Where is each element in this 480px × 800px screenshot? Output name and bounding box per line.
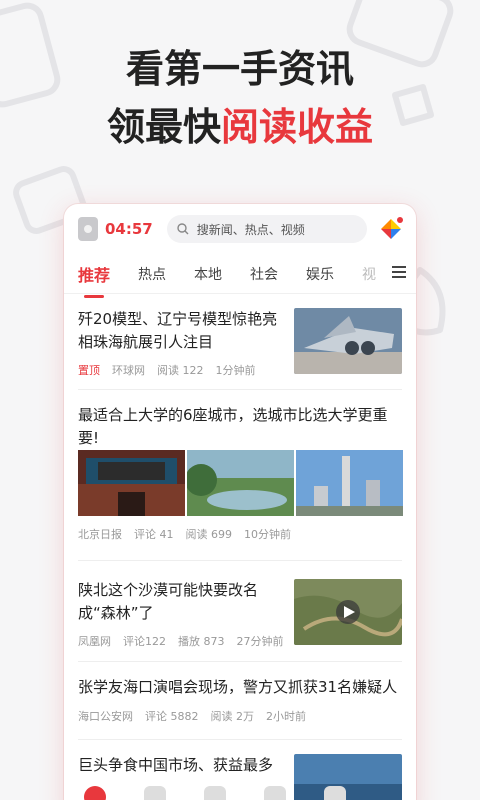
news-source: 凤凰网 bbox=[78, 635, 111, 648]
search-placeholder: 搜新闻、热点、视频 bbox=[196, 222, 305, 237]
news-image bbox=[78, 450, 185, 516]
tab-local[interactable]: 本地 bbox=[194, 264, 222, 284]
news-meta: 北京日报 评论 41 阅读 699 10分钟前 bbox=[78, 526, 291, 542]
news-source: 海口公安网 bbox=[78, 710, 133, 723]
news-title: 陕北这个沙漠可能快要改名成“森林”了 bbox=[78, 581, 259, 622]
news-stat: 评论 5882 bbox=[145, 710, 199, 723]
tab-entertainment[interactable]: 娱乐 bbox=[306, 264, 334, 284]
news-time: 2小时前 bbox=[266, 710, 306, 723]
hero-line-1: 看第一手资讯 bbox=[125, 47, 354, 91]
news-stat: 评论 41 bbox=[134, 528, 174, 541]
nav-home-icon[interactable] bbox=[84, 786, 106, 800]
news-source: 环球网 bbox=[112, 364, 145, 377]
hero-line-2-prefix: 领最快 bbox=[106, 105, 221, 149]
news-meta: 海口公安网 评论 5882 阅读 2万 2小时前 bbox=[78, 708, 306, 724]
nav-message-icon[interactable] bbox=[264, 786, 286, 800]
news-item[interactable]: 陕北这个沙漠可能快要改名成“森林”了 凤凰网 评论122 播放 873 27分钟… bbox=[78, 561, 402, 662]
tab-hot[interactable]: 热点 bbox=[138, 264, 166, 284]
news-stat: 评论122 bbox=[123, 635, 166, 648]
tab-video[interactable]: 视 bbox=[362, 264, 376, 284]
news-time: 1分钟前 bbox=[215, 364, 256, 377]
category-tabs: 推荐 热点 本地 社会 娱乐 视 bbox=[64, 254, 416, 298]
news-stat: 阅读 122 bbox=[157, 364, 204, 377]
tab-recommended[interactable]: 推荐 bbox=[78, 262, 110, 298]
news-meta: 置顶 环球网 阅读 122 1分钟前 bbox=[78, 362, 256, 378]
image-strip bbox=[78, 450, 403, 516]
news-title: 最适合上大学的6座城市，选城市比选大学更重要! bbox=[78, 406, 388, 447]
nav-task-icon[interactable] bbox=[204, 786, 226, 800]
news-feed: 歼20模型、辽宁号模型惊艳亮相珠海航展引人注目 置顶 环球网 阅读 122 1分… bbox=[64, 294, 416, 800]
hero-line-2-accent: 阅读收益 bbox=[221, 105, 374, 149]
bottom-nav bbox=[64, 786, 416, 800]
news-thumbnail bbox=[294, 308, 402, 374]
avatar[interactable] bbox=[78, 217, 98, 241]
news-image bbox=[187, 450, 294, 516]
app-logo-icon[interactable] bbox=[378, 216, 404, 242]
news-time: 27分钟前 bbox=[236, 635, 284, 648]
news-item[interactable]: 歼20模型、辽宁号模型惊艳亮相珠海航展引人注目 置顶 环球网 阅读 122 1分… bbox=[78, 294, 402, 390]
top-bar: 04:57 搜新闻、热点、视频 bbox=[64, 204, 416, 254]
news-time: 10分钟前 bbox=[244, 528, 291, 541]
nav-profile-icon[interactable] bbox=[324, 786, 346, 800]
nav-video-icon[interactable] bbox=[144, 786, 166, 800]
tab-society[interactable]: 社会 bbox=[250, 264, 278, 284]
news-title: 歼20模型、辽宁号模型惊艳亮相珠海航展引人注目 bbox=[78, 310, 278, 351]
hero-headline: 看第一手资讯 领最快阅读收益 bbox=[0, 40, 480, 156]
news-item[interactable]: 张学友海口演唱会现场，警方又抓获31名嫌疑人 海口公安网 评论 5882 阅读 … bbox=[78, 662, 402, 740]
news-stat: 播放 873 bbox=[178, 635, 225, 648]
pinned-badge: 置顶 bbox=[78, 364, 100, 377]
news-image bbox=[296, 450, 403, 516]
search-icon bbox=[177, 223, 189, 235]
news-title: 巨头争食中国市场、获益最多 bbox=[78, 756, 274, 774]
news-item[interactable]: 最适合上大学的6座城市，选城市比选大学更重要! 北京日报 评论 41 阅读 69… bbox=[78, 390, 403, 561]
search-input[interactable]: 搜新闻、热点、视频 bbox=[166, 215, 367, 243]
video-thumbnail[interactable] bbox=[294, 579, 402, 645]
hero-line-2: 领最快阅读收益 bbox=[0, 98, 480, 156]
news-title: 张学友海口演唱会现场，警方又抓获31名嫌疑人 bbox=[78, 678, 398, 696]
menu-icon[interactable] bbox=[392, 266, 406, 278]
phone-mockup: 04:57 搜新闻、热点、视频 推荐 热点 本地 社会 娱乐 视 歼20模型、辽… bbox=[64, 204, 416, 800]
news-source: 北京日报 bbox=[78, 528, 122, 541]
reading-timer: 04:57 bbox=[105, 220, 153, 238]
news-stat: 阅读 699 bbox=[185, 528, 233, 541]
news-stat: 阅读 2万 bbox=[210, 710, 255, 723]
news-meta: 凤凰网 评论122 播放 873 27分钟前 bbox=[78, 633, 284, 649]
